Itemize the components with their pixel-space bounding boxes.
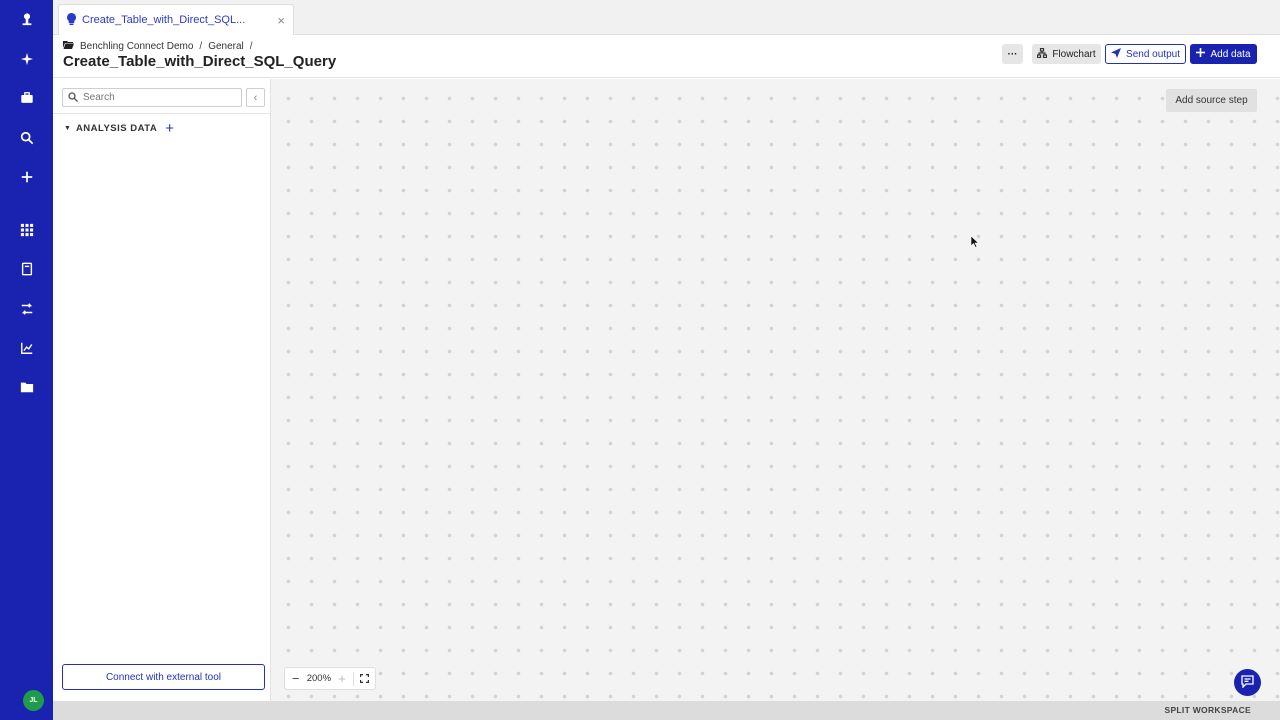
- breadcrumb-separator: /: [199, 40, 203, 52]
- zoom-controls: − 200% +: [284, 667, 376, 690]
- breadcrumb-separator: /: [249, 40, 253, 52]
- left-nav-rail: JL: [0, 0, 53, 720]
- flowchart-button[interactable]: Flowchart: [1032, 44, 1101, 64]
- flowchart-label: Flowchart: [1052, 48, 1096, 60]
- close-icon[interactable]: ×: [277, 13, 285, 28]
- sparkle-icon[interactable]: [14, 46, 39, 71]
- chat-support-button[interactable]: [1234, 669, 1261, 696]
- tab-analysis[interactable]: Create_Table_with_Direct_SQL... ×: [58, 4, 294, 35]
- fit-view-button[interactable]: [354, 668, 375, 689]
- chat-icon: [1241, 674, 1254, 691]
- page-header: Benchling Connect Demo / General / Creat…: [53, 35, 1280, 78]
- send-icon: [1111, 47, 1122, 61]
- plus-icon[interactable]: [14, 164, 39, 189]
- send-output-label: Send output: [1126, 48, 1180, 60]
- tab-bar: Create_Table_with_Direct_SQL... ×: [53, 0, 1280, 35]
- send-output-button[interactable]: Send output: [1105, 44, 1186, 64]
- bottom-bar: SPLIT WORKSPACE: [53, 701, 1280, 720]
- more-options-button[interactable]: ···: [1002, 44, 1023, 64]
- lightbulb-icon: [67, 12, 76, 28]
- analysis-data-section[interactable]: ▼ ANALYSIS DATA +: [64, 121, 174, 136]
- breadcrumb-project[interactable]: Benchling Connect Demo: [80, 41, 193, 52]
- connect-external-tool-button[interactable]: Connect with external tool: [62, 664, 265, 690]
- caret-down-icon[interactable]: ▼: [64, 125, 71, 132]
- mouse-cursor-icon: [970, 235, 980, 251]
- add-source-step-button[interactable]: Add source step: [1166, 89, 1257, 112]
- collapse-panel-button[interactable]: ‹: [246, 88, 265, 107]
- ellipsis-icon: ···: [1007, 48, 1018, 60]
- zoom-level: 200%: [306, 673, 332, 684]
- search-input[interactable]: [83, 92, 223, 103]
- chevron-left-icon: ‹: [253, 91, 258, 104]
- split-workspace-button[interactable]: SPLIT WORKSPACE: [1164, 705, 1251, 715]
- page-title: Create_Table_with_Direct_SQL_Query: [63, 53, 337, 70]
- add-data-button[interactable]: Add data: [1190, 44, 1257, 64]
- plus-icon: [1196, 48, 1206, 60]
- flowchart-icon: [1037, 47, 1048, 61]
- search-icon: [68, 91, 78, 105]
- briefcase-icon[interactable]: [14, 85, 39, 110]
- flow-canvas[interactable]: Add source step − 200% +: [271, 79, 1280, 701]
- search-box[interactable]: [62, 88, 242, 107]
- folder-open-icon: [63, 40, 74, 52]
- user-avatar[interactable]: JL: [23, 690, 44, 711]
- chart-icon[interactable]: [14, 335, 39, 360]
- analysis-side-panel: ‹ ▼ ANALYSIS DATA + Connect with externa…: [53, 79, 271, 701]
- zoom-out-button[interactable]: −: [285, 668, 306, 689]
- section-label: ANALYSIS DATA: [75, 123, 158, 134]
- fullscreen-icon: [359, 671, 370, 686]
- workflow-icon[interactable]: [14, 296, 39, 321]
- search-icon[interactable]: [14, 125, 39, 150]
- zoom-in-button[interactable]: +: [331, 668, 352, 689]
- breadcrumb: Benchling Connect Demo / General /: [63, 40, 253, 52]
- benchling-logo-icon[interactable]: [14, 6, 39, 31]
- add-analysis-data-button[interactable]: +: [165, 121, 174, 136]
- add-data-label: Add data: [1210, 48, 1251, 60]
- apps-grid-icon[interactable]: [14, 217, 39, 242]
- breadcrumb-folder[interactable]: General: [208, 41, 244, 52]
- tab-title: Create_Table_with_Direct_SQL...: [82, 14, 246, 26]
- folder-icon[interactable]: [14, 374, 39, 399]
- notebook-icon[interactable]: [14, 256, 39, 281]
- divider: [53, 113, 270, 114]
